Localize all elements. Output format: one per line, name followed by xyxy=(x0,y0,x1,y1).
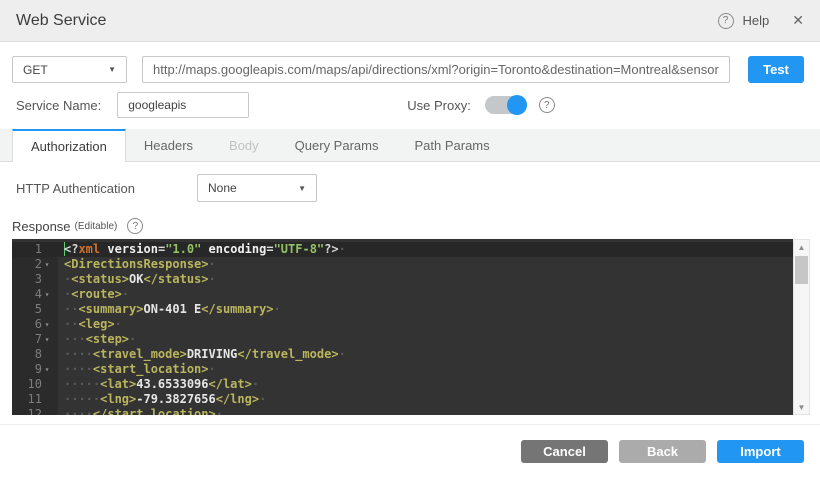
line-number: 1 xyxy=(12,242,58,257)
fold-arrow-icon[interactable]: ▾ xyxy=(42,317,52,332)
code-line[interactable]: 6▾··<leg>· xyxy=(12,317,793,332)
tab-headers[interactable]: Headers xyxy=(126,129,211,161)
tab-path-params[interactable]: Path Params xyxy=(396,129,507,161)
line-number: 3 xyxy=(12,272,58,287)
proxy-help-icon[interactable]: ? xyxy=(539,97,555,113)
code-line[interactable]: 12····</start_location>· xyxy=(12,407,793,415)
line-number: 6▾ xyxy=(12,317,58,332)
code-line[interactable]: 11·····<lng>-79.3827656</lng>· xyxy=(12,392,793,407)
toggle-knob xyxy=(507,95,527,115)
editor-scrollbar[interactable]: ▲ ▼ xyxy=(793,239,810,415)
help-link[interactable]: Help xyxy=(743,13,770,28)
fold-arrow-icon[interactable]: ▾ xyxy=(42,257,52,272)
code-line[interactable]: 4▾·<route>· xyxy=(12,287,793,302)
code-line[interactable]: 7▾···<step>· xyxy=(12,332,793,347)
tab-authorization[interactable]: Authorization xyxy=(12,129,126,162)
close-icon[interactable]: ✕ xyxy=(792,12,804,29)
code-line[interactable]: 5··<summary>ON-401 E</summary>· xyxy=(12,302,793,317)
use-proxy-label: Use Proxy: xyxy=(407,98,471,113)
chevron-down-icon: ▼ xyxy=(298,184,306,193)
line-number: 9▾ xyxy=(12,362,58,377)
use-proxy-toggle[interactable] xyxy=(485,96,527,114)
fold-arrow-icon[interactable]: ▾ xyxy=(42,332,52,347)
line-number: 2▾ xyxy=(12,257,58,272)
line-number: 4▾ xyxy=(12,287,58,302)
service-name-row: Service Name: Use Proxy: ? xyxy=(12,92,804,118)
code-line[interactable]: 9▾····<start_location>· xyxy=(12,362,793,377)
http-auth-label: HTTP Authentication xyxy=(16,181,135,196)
chevron-down-icon: ▼ xyxy=(108,65,116,74)
line-number: 5 xyxy=(12,302,58,317)
import-button[interactable]: Import xyxy=(717,440,804,463)
code-line[interactable]: 3·<status>OK</status>· xyxy=(12,272,793,287)
code-line[interactable]: 1<?xml version="1.0" encoding="UTF-8"?>· xyxy=(12,242,793,257)
http-auth-row: HTTP Authentication None ▼ xyxy=(16,174,804,202)
tabs-bar: AuthorizationHeadersBodyQuery ParamsPath… xyxy=(0,129,820,162)
line-number: 12 xyxy=(12,407,58,415)
code-line[interactable]: 8····<travel_mode>DRIVING</travel_mode>· xyxy=(12,347,793,362)
dialog-footer: Cancel Back Import xyxy=(0,424,820,478)
scroll-down-icon[interactable]: ▼ xyxy=(798,400,806,414)
tab-query-params[interactable]: Query Params xyxy=(277,129,397,161)
request-row: GET ▼ Test xyxy=(12,56,804,83)
http-auth-select[interactable]: None ▼ xyxy=(197,174,317,202)
url-input[interactable] xyxy=(142,56,730,83)
back-button[interactable]: Back xyxy=(619,440,706,463)
line-number: 11 xyxy=(12,392,58,407)
code-line[interactable]: 2▾<DirectionsResponse>· xyxy=(12,257,793,272)
dialog-title: Web Service xyxy=(16,12,106,30)
service-name-label: Service Name: xyxy=(16,98,101,113)
line-number: 8 xyxy=(12,347,58,362)
response-editable-label: (Editable) xyxy=(75,221,118,232)
code-line[interactable]: 10·····<lat>43.6533096</lat>· xyxy=(12,377,793,392)
response-code-editor[interactable]: 1<?xml version="1.0" encoding="UTF-8"?>·… xyxy=(12,239,793,415)
dialog-header: Web Service ? Help ✕ xyxy=(0,0,820,42)
response-label: Response xyxy=(12,219,71,234)
method-select[interactable]: GET ▼ xyxy=(12,56,127,83)
service-name-input[interactable] xyxy=(117,92,249,118)
method-select-value: GET xyxy=(23,63,48,77)
test-button[interactable]: Test xyxy=(748,56,804,83)
http-auth-select-value: None xyxy=(208,181,237,195)
scroll-up-icon[interactable]: ▲ xyxy=(798,240,806,254)
line-number: 10 xyxy=(12,377,58,392)
fold-arrow-icon[interactable]: ▾ xyxy=(42,287,52,302)
response-help-icon[interactable]: ? xyxy=(127,218,143,234)
scrollbar-thumb[interactable] xyxy=(795,256,808,284)
help-icon[interactable]: ? xyxy=(718,13,734,29)
cancel-button[interactable]: Cancel xyxy=(521,440,608,463)
tab-body: Body xyxy=(211,129,277,161)
response-editor-area: 1<?xml version="1.0" encoding="UTF-8"?>·… xyxy=(12,239,810,415)
response-header-row: Response (Editable) ? xyxy=(12,218,804,234)
fold-arrow-icon[interactable]: ▾ xyxy=(42,362,52,377)
line-number: 7▾ xyxy=(12,332,58,347)
web-service-dialog: Web Service ? Help ✕ GET ▼ Test Service … xyxy=(0,0,820,478)
